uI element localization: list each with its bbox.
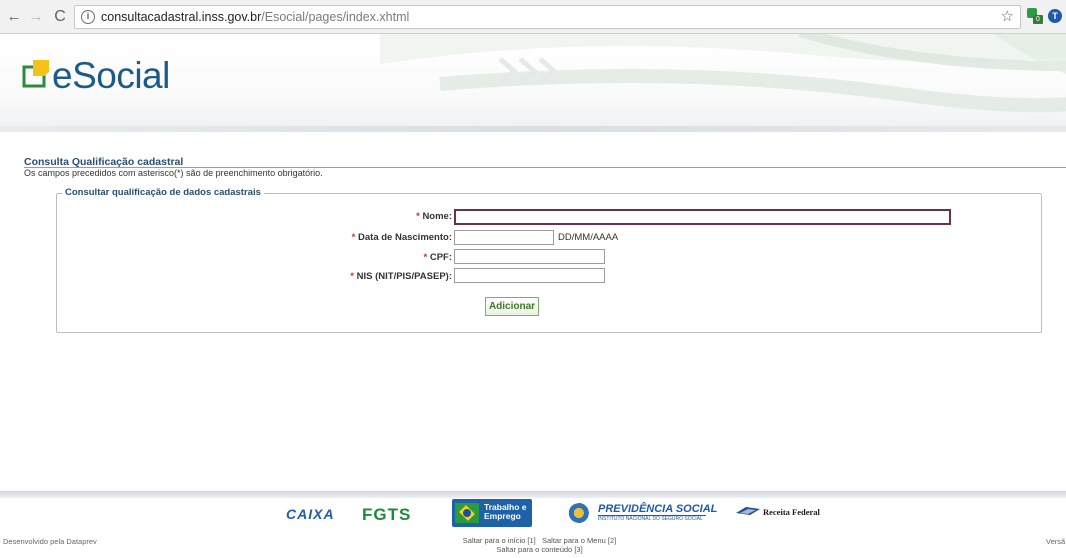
data-nascimento-input[interactable] [454,230,554,245]
extension-badge: 0 [1033,15,1043,24]
skip-links: Saltar para o início [1] Saltar para o M… [452,536,627,554]
receita-federal-logo[interactable]: Receita Federal [763,507,820,517]
esocial-logo-mark-icon [22,60,49,88]
fieldset-legend: Consultar qualificação de dados cadastra… [62,187,264,198]
logo-text: eSocial [52,55,170,96]
required-mark: * [350,271,354,282]
skip-to-start-link[interactable]: Saltar para o início [1] [463,536,536,545]
version-text: Versã [1046,537,1066,546]
partner-logos: CAIXA FGTS Trabalho e Emprego PREVIDÊNCI… [0,497,1066,531]
required-mark: * [423,252,428,263]
skip-to-menu-link[interactable]: Saltar para o Menu [2] [542,536,616,545]
reload-icon[interactable]: C [50,7,70,27]
cpf-label-text: CPF: [429,252,452,263]
fgts-logo[interactable]: FGTS [362,505,411,525]
nome-label-text: Nome: [422,211,452,222]
cpf-label: * CPF: [380,252,452,263]
header-divider [0,126,1066,132]
info-icon[interactable]: i [81,10,95,24]
trabalho-emprego-text: Trabalho e Emprego [484,502,527,521]
banner-swoosh-decoration [380,34,1066,113]
date-format-hint: DD/MM/AAAA [558,232,619,243]
required-fields-hint: Os campos precedidos com asterisco(*) sã… [24,168,323,178]
caixa-logo[interactable]: CAIXA [286,506,335,522]
brazil-flag-icon [455,503,479,523]
browser-toolbar: ← → C i consultacadastral.inss.gov.br/Es… [0,0,1066,34]
back-arrow-icon[interactable]: ← [4,7,24,27]
previdencia-emblem-icon [568,503,592,523]
nome-input[interactable] [454,209,951,225]
url-path: /Esocial/pages/index.xhtml [261,10,410,24]
nis-input[interactable] [454,268,605,283]
adicionar-button[interactable]: Adicionar [485,297,539,316]
previdencia-subtitle: INSTITUTO NACIONAL DO SEGURO SOCIAL [598,516,703,522]
address-bar[interactable]: i consultacadastral.inss.gov.br/Esocial/… [74,5,1021,29]
nis-label: * NIS (NIT/PIS/PASEP): [330,271,452,282]
data-nascimento-label: * Data de Nascimento: [330,232,452,243]
receita-federal-emblem-icon [736,507,760,515]
extension-icon[interactable]: 0 [1027,8,1043,24]
nis-label-text: NIS (NIT/PIS/PASEP): [356,271,452,282]
nome-label: * Nome: [380,211,452,222]
forward-arrow-icon[interactable]: → [26,7,46,27]
url-text[interactable]: consultacadastral.inss.gov.br/Esocial/pa… [101,10,409,25]
required-mark: * [416,211,420,222]
cpf-input[interactable] [454,249,605,264]
url-host: consultacadastral.inss.gov.br [101,10,262,24]
developer-credit: Desenvolvido pela Dataprev [3,537,97,546]
skip-to-content-link[interactable]: Saltar para o conteúdo [3] [496,545,582,554]
previdencia-logo[interactable]: PREVIDÊNCIA SOCIAL [598,503,717,515]
trabalho-emprego-logo[interactable]: Trabalho e Emprego [452,499,532,527]
required-mark: * [351,232,356,243]
extension-t-icon[interactable]: T [1048,9,1062,23]
data-nascimento-label-text: Data de Nascimento: [358,232,452,243]
star-icon[interactable]: ☆ [1001,8,1014,26]
